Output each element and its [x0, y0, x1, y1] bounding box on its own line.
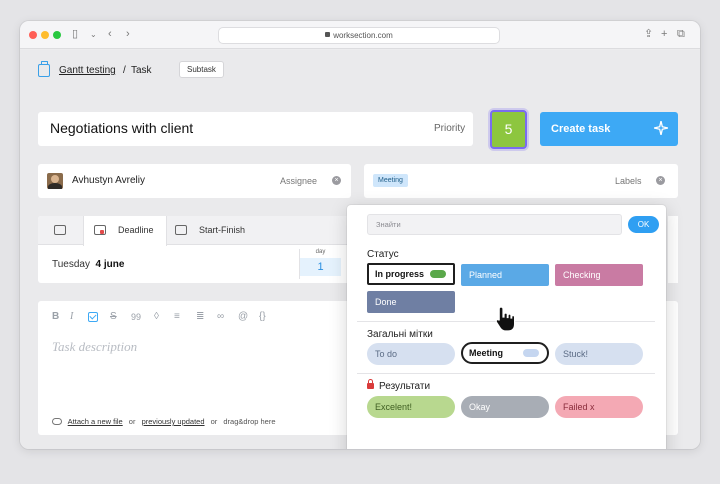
calendar-x-icon [54, 225, 66, 235]
results-title-text: Результати [379, 381, 431, 392]
tab-start-finish-label: Start-Finish [199, 225, 246, 235]
new-tab-icon[interactable]: + [661, 27, 667, 41]
quote-icon[interactable]: 99 [131, 311, 141, 323]
label-failed[interactable]: Failed x [555, 396, 643, 418]
browser-toolbar: ▯ ⌄ ‹ › worksection.com ⇪ + ⧉ [20, 21, 700, 49]
label-in-progress-text: In progress [375, 269, 425, 279]
numbered-list-icon[interactable]: ≣ [196, 311, 204, 323]
breadcrumb-project-link[interactable]: Gantt testing [59, 63, 116, 79]
assignee-name: Avhustyn Avreliy [72, 175, 146, 186]
address-bar[interactable]: worksection.com [218, 27, 500, 44]
project-icon [38, 61, 50, 77]
section-divider [357, 373, 655, 374]
assignee-field[interactable]: Avhustyn Avreliy Assignee × [38, 164, 351, 198]
sparkle-icon [654, 121, 668, 135]
tabs-overview-icon[interactable]: ⧉ [677, 27, 685, 41]
attachments-row: Attach a new file or previously updated … [52, 417, 276, 426]
share-icon[interactable]: ⇪ [644, 27, 653, 41]
selected-label-tag: Meeting [373, 174, 408, 187]
label-done[interactable]: Done [367, 291, 455, 313]
tab-deadline[interactable]: Deadline [83, 216, 167, 246]
sidebar-icon[interactable]: ▯ [72, 27, 78, 41]
deadline-panel: Deadline Start-Finish Tuesday 4 june day… [38, 216, 351, 283]
deadline-day: 4 june [95, 259, 125, 270]
priority-label: Priority [434, 123, 466, 134]
tab-no-deadline[interactable] [52, 216, 72, 245]
strikethrough-icon[interactable]: S [110, 311, 117, 323]
code-icon[interactable]: {} [259, 311, 266, 323]
page-content: Gantt testing / Task Subtask Negotiation… [20, 50, 700, 449]
duration-label: day [315, 249, 326, 255]
tab-start-finish[interactable]: Start-Finish [175, 216, 275, 245]
color-icon[interactable]: ◊ [154, 311, 159, 323]
general-section-title: Загальні мітки [367, 329, 433, 340]
label-okay[interactable]: Okay [461, 396, 549, 418]
deadline-weekday: Tuesday [52, 259, 90, 270]
breadcrumb-current: Task [131, 65, 152, 76]
minimize-window-button[interactable] [41, 31, 49, 39]
subtask-button[interactable]: Subtask [179, 61, 224, 78]
create-task-button[interactable]: Create task [540, 112, 678, 146]
label-stuck[interactable]: Stuck! [555, 343, 643, 365]
bullet-list-icon[interactable]: ≡ [174, 311, 180, 323]
bold-icon[interactable]: B [52, 311, 59, 323]
label-in-progress[interactable]: In progress [367, 263, 455, 285]
label-planned[interactable]: Planned [461, 264, 549, 286]
results-section-title: Результати [367, 379, 431, 392]
or-text: or [210, 417, 218, 426]
toggle-icon [430, 270, 446, 278]
attach-file-link[interactable]: Attach a new file [68, 417, 123, 426]
toggle-icon [523, 349, 539, 357]
assignee-hint: Assignee [280, 176, 318, 186]
clear-labels-icon[interactable]: × [656, 176, 665, 185]
duration-input[interactable]: 1 [300, 258, 341, 276]
mention-icon[interactable]: @ [238, 311, 248, 323]
label-meeting[interactable]: Meeting [461, 342, 549, 364]
label-excellent[interactable]: Excelent! [367, 396, 455, 418]
avatar [47, 173, 63, 189]
priority-selector[interactable]: 5 [490, 110, 527, 149]
calendar-icon [94, 225, 106, 235]
description-placeholder[interactable]: Task description [52, 339, 137, 355]
url-text: worksection.com [333, 31, 393, 40]
italic-icon[interactable]: I [70, 311, 73, 323]
hidden-panel-edge [668, 216, 678, 283]
chevron-down-icon[interactable]: ⌄ [90, 28, 97, 42]
hand-cursor-icon [495, 306, 516, 332]
label-checking[interactable]: Checking [555, 264, 643, 286]
breadcrumb-separator: / [123, 65, 126, 76]
forward-icon[interactable]: › [126, 27, 130, 41]
maximize-window-button[interactable] [53, 31, 61, 39]
create-task-label: Create task [551, 123, 611, 135]
task-title[interactable]: Negotiations with client [50, 120, 193, 136]
labels-field[interactable]: Meeting Labels × [364, 164, 678, 198]
close-window-button[interactable] [29, 31, 37, 39]
duration-column: day 1 [299, 249, 341, 279]
browser-window: ▯ ⌄ ‹ › worksection.com ⇪ + ⧉ Gantt test… [20, 21, 700, 449]
back-icon[interactable]: ‹ [108, 27, 112, 41]
label-to-do[interactable]: To do [367, 343, 455, 365]
labels-hint: Labels [615, 176, 642, 186]
link-icon[interactable]: ∞ [217, 311, 224, 323]
lock-icon [325, 32, 331, 38]
label-search-input[interactable]: Знайти [367, 214, 622, 235]
attachment-icon [52, 417, 62, 425]
label-meeting-text: Meeting [469, 348, 504, 358]
status-section-title: Статус [367, 249, 399, 260]
clear-assignee-icon[interactable]: × [332, 176, 341, 185]
ok-button[interactable]: OK [628, 216, 659, 233]
dragdrop-text: drag&drop here [223, 417, 276, 426]
deadline-date[interactable]: Tuesday 4 june [52, 259, 124, 270]
previously-uploaded-link[interactable]: previously updated [142, 417, 205, 426]
task-title-field[interactable]: Negotiations with client Priority [38, 112, 473, 146]
lock-icon [367, 379, 374, 389]
calendar-range-icon [175, 225, 187, 235]
checklist-icon[interactable] [88, 312, 98, 322]
deadline-tabs: Deadline Start-Finish [38, 216, 351, 246]
tab-deadline-label: Deadline [118, 225, 154, 235]
or-text: or [128, 417, 136, 426]
